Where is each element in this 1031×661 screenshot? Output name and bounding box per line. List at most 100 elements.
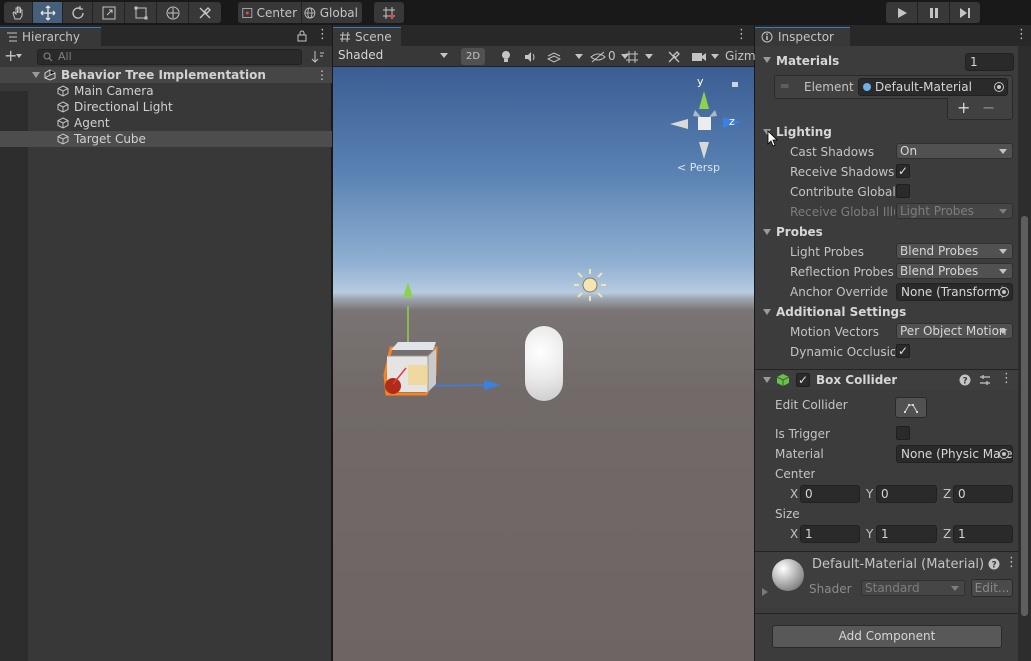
pause-icon[interactable] (918, 2, 950, 23)
scene-menu-icon[interactable]: ⋮ (316, 67, 328, 83)
anchor-override-field[interactable]: None (Transform) (896, 283, 1013, 301)
sort-icon[interactable] (311, 50, 325, 64)
reflection-probes-dropdown[interactable]: Blend Probes (896, 263, 1013, 279)
custom-tools-icon[interactable] (189, 2, 221, 23)
dynamic-occlusion-checkbox[interactable]: ✓ (896, 344, 910, 358)
effects-dropdown-icon[interactable] (575, 54, 583, 59)
material-menu-icon[interactable]: ⋮ (1005, 555, 1018, 570)
move-tool-icon[interactable] (33, 2, 63, 23)
size-y-field[interactable]: 1 (876, 525, 937, 543)
tools-icon[interactable] (667, 50, 681, 64)
center-z-field[interactable]: 0 (953, 485, 1013, 503)
move-handle-y[interactable] (403, 282, 413, 297)
hierarchy-menu-icon[interactable]: ⋮ (316, 27, 329, 42)
presets-icon[interactable] (979, 374, 991, 386)
scene-root-row[interactable]: Behavior Tree Implementation ⋮ (0, 67, 332, 83)
motion-vectors-dropdown[interactable]: Per Object Motion (896, 323, 1013, 339)
inspector-scrollbar[interactable] (1018, 46, 1031, 661)
gizmo-lock-icon[interactable] (732, 82, 738, 87)
probes-expand-icon[interactable] (763, 229, 771, 235)
axis-neg-y-cone[interactable] (699, 142, 709, 159)
tab-hierarchy[interactable]: Hierarchy (0, 27, 101, 46)
add-element-button[interactable]: + (957, 98, 970, 117)
camera-icon[interactable] (691, 51, 707, 63)
step-icon[interactable] (950, 2, 980, 23)
cast-shadows-dropdown[interactable]: On (896, 143, 1013, 159)
tab-inspector[interactable]: Inspector (755, 27, 850, 46)
center-x-field[interactable]: 0 (800, 485, 860, 503)
move-handle-z[interactable] (484, 380, 501, 390)
inspector-menu-icon[interactable]: ⋮ (1015, 27, 1028, 42)
camera-dropdown-icon[interactable] (711, 54, 719, 59)
add-component-button[interactable]: Add Component (772, 625, 1002, 648)
agent-capsule[interactable] (525, 326, 563, 401)
object-picker-icon[interactable] (999, 449, 1009, 459)
box-collider-expand-icon[interactable] (763, 377, 771, 383)
gizmos-button[interactable]: Gizm (725, 49, 756, 63)
is-trigger-checkbox[interactable] (896, 426, 910, 440)
transform-tool-icon[interactable] (157, 2, 189, 23)
rotate-tool-icon[interactable] (63, 2, 93, 23)
component-menu-icon[interactable]: ⋮ (1000, 371, 1013, 386)
inspector-scroll-thumb[interactable] (1021, 216, 1028, 616)
size-x-field[interactable]: 1 (800, 525, 860, 543)
audio-icon[interactable] (523, 50, 537, 64)
axis-neg-x-cone[interactable] (670, 119, 688, 129)
edit-collider-button[interactable] (895, 397, 927, 418)
collider-material-field[interactable]: None (Physic Material) (896, 445, 1013, 463)
hierarchy-item-target-cube[interactable]: Target Cube (0, 131, 332, 147)
hierarchy-item-agent[interactable]: Agent (0, 115, 332, 131)
rect-tool-icon[interactable] (125, 2, 157, 23)
gizmo-center-cube[interactable] (698, 117, 711, 130)
axis-y-cone[interactable] (699, 91, 709, 109)
box-collider-header[interactable]: ✓ Box Collider ? ⋮ (755, 370, 1018, 390)
lighting-bulb-icon[interactable] (499, 50, 513, 64)
element-0-field[interactable]: Default-Material (858, 78, 1008, 96)
drag-handle-icon[interactable]: ═ (781, 79, 788, 93)
scene-menu-icon[interactable]: ⋮ (735, 27, 748, 42)
hidden-objects-icon[interactable] (590, 50, 606, 64)
toggle-2d-button[interactable]: 2D (461, 48, 485, 65)
axis-x-cone[interactable] (709, 110, 717, 117)
target-cube-object[interactable] (378, 272, 508, 402)
space-toggle[interactable]: Global (302, 2, 362, 23)
move-handle-x[interactable] (385, 378, 401, 394)
grid-dropdown-icon[interactable] (645, 54, 653, 59)
create-dropdown-icon[interactable] (16, 54, 22, 58)
hierarchy-item-directional-light[interactable]: Directional Light (0, 99, 332, 115)
lock-icon[interactable] (297, 30, 307, 42)
hierarchy-item-main-camera[interactable]: Main Camera (0, 83, 332, 99)
tab-scene[interactable]: Scene (333, 27, 401, 46)
expand-triangle-icon[interactable] (32, 72, 40, 78)
projection-label[interactable]: < Persp (677, 161, 720, 174)
directional-light-gizmo[interactable] (573, 268, 607, 302)
move-plane-handle[interactable] (408, 365, 428, 385)
object-picker-icon[interactable] (999, 287, 1009, 297)
shader-edit-button[interactable]: Edit... (971, 579, 1013, 597)
hierarchy-search-input[interactable]: All (37, 49, 302, 65)
center-y-field[interactable]: 0 (876, 485, 937, 503)
grid-snap-icon[interactable] (374, 2, 404, 23)
shading-mode-dropdown[interactable]: Shaded (335, 48, 453, 64)
material-expand-icon[interactable] (762, 588, 768, 596)
materials-expand-icon[interactable] (763, 57, 771, 63)
materials-size-field[interactable]: 1 (965, 53, 1014, 71)
hand-tool-icon[interactable] (4, 2, 33, 23)
scale-tool-icon[interactable] (93, 2, 125, 23)
effects-icon[interactable] (547, 50, 561, 64)
help-icon[interactable]: ? (959, 374, 971, 386)
box-collider-enabled-checkbox[interactable]: ✓ (796, 373, 810, 387)
play-icon[interactable] (886, 2, 918, 23)
object-picker-icon[interactable] (994, 82, 1004, 92)
light-probes-dropdown[interactable]: Blend Probes (896, 243, 1013, 259)
pivot-toggle[interactable]: Center (238, 2, 302, 23)
receive-shadows-checkbox[interactable]: ✓ (896, 164, 910, 178)
remove-element-button[interactable]: − (982, 98, 995, 117)
shader-dropdown[interactable]: Standard (861, 580, 965, 596)
axis-neg-z-cone[interactable] (693, 110, 701, 117)
help-icon[interactable]: ? (988, 558, 1000, 570)
scene-viewport[interactable]: y z < Persp (333, 67, 754, 661)
additional-settings-expand-icon[interactable] (763, 309, 771, 315)
size-z-field[interactable]: 1 (953, 525, 1013, 543)
grid-toggle-icon[interactable] (625, 50, 639, 64)
